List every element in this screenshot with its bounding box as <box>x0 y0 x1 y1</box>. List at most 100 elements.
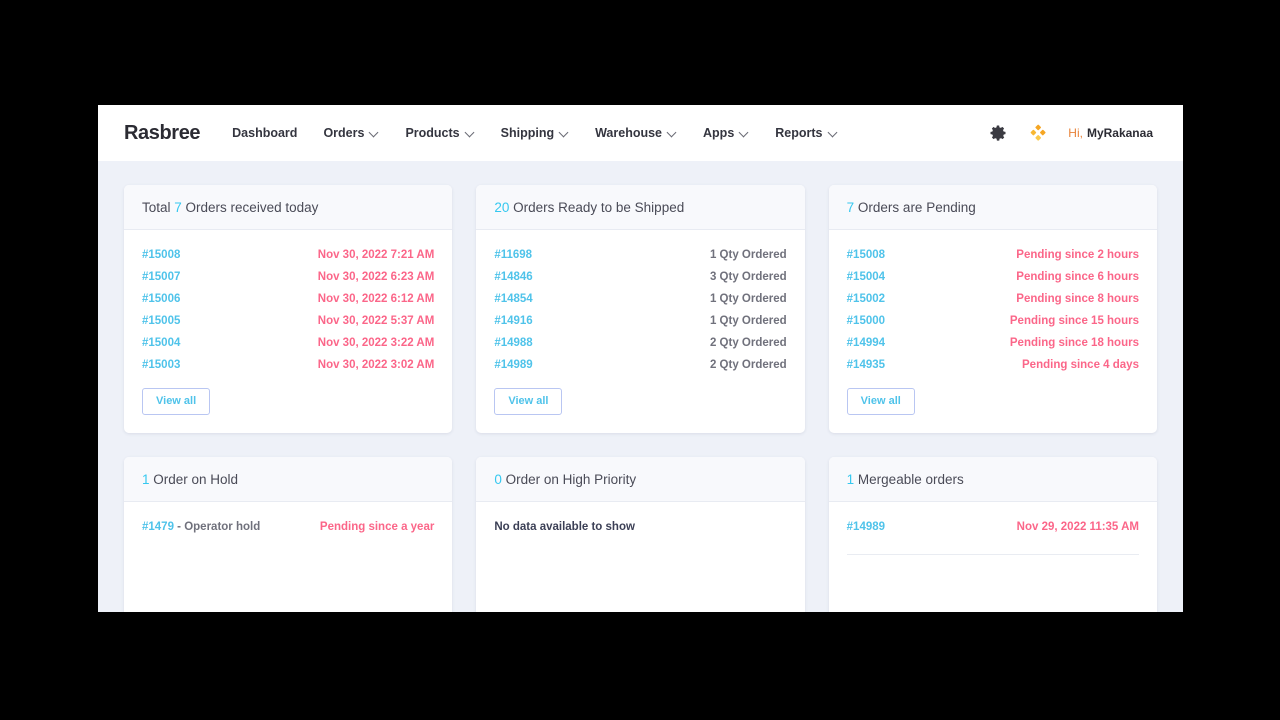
chevron-down-icon <box>829 128 838 137</box>
gear-icon[interactable] <box>988 123 1008 143</box>
list-item[interactable]: #15005 Nov 30, 2022 5:37 AM <box>142 310 434 332</box>
view-all-button[interactable]: View all <box>142 388 211 416</box>
list-item[interactable]: #14935 Pending since 4 days <box>847 354 1139 376</box>
brand-logo[interactable]: Rasbree <box>124 122 201 145</box>
order-id-link[interactable]: #15002 <box>847 293 885 305</box>
order-id-link[interactable]: #15006 <box>142 293 180 305</box>
chevron-down-icon <box>466 128 475 137</box>
order-id-link[interactable]: #14854 <box>494 293 532 305</box>
list-item[interactable]: #15002 Pending since 8 hours <box>847 288 1139 310</box>
order-id-link[interactable]: #14994 <box>847 337 885 349</box>
list-item[interactable]: #14989 2 Qty Ordered <box>494 354 786 376</box>
dashboard-row-top: Total 7 Orders received today #15008 Nov… <box>124 185 1157 434</box>
card-count: 0 <box>494 472 502 488</box>
order-quantity: 2 Qty Ordered <box>709 359 787 371</box>
order-id-link[interactable]: #15004 <box>847 271 885 283</box>
nav-item-label: Shipping <box>500 126 555 140</box>
list-item[interactable]: #15000 Pending since 15 hours <box>847 310 1139 332</box>
row-divider <box>846 554 1139 556</box>
card-high-priority: 0 Order on High Priority No data availab… <box>476 457 805 612</box>
nav-item-reports[interactable]: Reports <box>775 126 837 140</box>
card-title-suffix: Orders are Pending <box>854 200 976 215</box>
app-viewport: Rasbree Dashboard Orders Products Shippi… <box>98 105 1183 612</box>
card-body: #1479 - Operator hold Pending since a ye… <box>124 502 452 612</box>
diamond-cluster-icon[interactable] <box>1030 124 1046 142</box>
order-quantity: 1 Qty Ordered <box>709 315 787 327</box>
nav-item-dashboard[interactable]: Dashboard <box>232 126 297 140</box>
card-body: #15008 Nov 30, 2022 7:21 AM #15007 Nov 3… <box>124 230 452 433</box>
nav-item-orders[interactable]: Orders <box>323 126 379 140</box>
order-id-link[interactable]: #15004 <box>142 337 180 349</box>
list-item[interactable]: #14994 Pending since 18 hours <box>847 332 1139 354</box>
list-item[interactable]: #14916 1 Qty Ordered <box>494 310 786 332</box>
card-header: 1 Order on Hold <box>124 457 453 503</box>
pending-status: Pending since 2 hours <box>1016 249 1139 261</box>
nav-item-label: Orders <box>323 126 365 140</box>
list-item[interactable]: #14988 2 Qty Ordered <box>494 332 786 354</box>
user-greeting[interactable]: Hi, MyRakanaa <box>1068 126 1153 140</box>
list-item[interactable]: #15003 Nov 30, 2022 3:02 AM <box>142 354 434 376</box>
list-item[interactable]: #15008 Nov 30, 2022 7:21 AM <box>142 244 434 266</box>
dashboard-row-bottom: 1 Order on Hold #1479 - Operator hold Pe… <box>124 457 1157 612</box>
list-item[interactable]: #15007 Nov 30, 2022 6:23 AM <box>142 266 434 288</box>
card-title-suffix: Order on High Priority <box>501 472 637 488</box>
list-item[interactable]: #14989 Nov 29, 2022 11:35 AM <box>847 516 1139 538</box>
list-item[interactable]: #11698 1 Qty Ordered <box>494 244 786 266</box>
order-id-link[interactable]: #15008 <box>142 249 180 261</box>
order-id-link[interactable]: #14916 <box>494 315 532 327</box>
card-count: 7 <box>174 200 182 215</box>
card-mergeable-orders: 1 Mergeable orders #14989 Nov 29, 2022 1… <box>828 457 1157 612</box>
greeting-prefix: Hi, <box>1068 126 1083 140</box>
chevron-down-icon <box>668 128 677 137</box>
order-id-link[interactable]: #15005 <box>142 315 180 327</box>
list-item[interactable]: #15004 Nov 30, 2022 3:22 AM <box>142 332 434 354</box>
nav-item-label: Warehouse <box>595 126 663 140</box>
order-quantity: 2 Qty Ordered <box>709 337 787 349</box>
nav-item-label: Dashboard <box>232 126 298 140</box>
order-id-link[interactable]: #15007 <box>142 271 180 283</box>
chevron-down-icon <box>560 128 569 137</box>
list-item[interactable]: #1479 - Operator hold Pending since a ye… <box>142 516 434 538</box>
order-id-link[interactable]: #14989 <box>494 359 532 371</box>
order-id-link[interactable]: #15003 <box>142 359 180 371</box>
list-item[interactable]: #14846 3 Qty Ordered <box>494 266 786 288</box>
list-item[interactable]: #15004 Pending since 6 hours <box>847 266 1139 288</box>
card-body: No data available to show <box>476 502 804 612</box>
order-id-link[interactable]: #14846 <box>494 271 532 283</box>
order-id-link[interactable]: #11698 <box>494 249 532 261</box>
card-ready-to-ship: 20 Orders Ready to be Shipped #11698 1 Q… <box>476 185 805 434</box>
order-timestamp: Nov 30, 2022 6:12 AM <box>317 293 435 305</box>
order-id-link[interactable]: #1479 - Operator hold <box>142 521 260 533</box>
card-orders-received: Total 7 Orders received today #15008 Nov… <box>124 185 453 434</box>
username-label: MyRakanaa <box>1086 126 1153 140</box>
nav-item-label: Reports <box>775 126 823 140</box>
order-timestamp: Nov 30, 2022 7:21 AM <box>317 249 435 261</box>
order-id-link[interactable]: #14988 <box>494 337 532 349</box>
card-header: 1 Mergeable orders <box>828 457 1157 503</box>
card-title-prefix: Total <box>142 200 175 215</box>
nav-item-warehouse[interactable]: Warehouse <box>595 126 677 140</box>
pending-status: Pending since 4 days <box>1022 359 1139 371</box>
view-all-button[interactable]: View all <box>494 388 563 416</box>
order-quantity: 3 Qty Ordered <box>709 271 787 283</box>
card-title-suffix: Mergeable orders <box>854 472 964 488</box>
nav-item-shipping[interactable]: Shipping <box>501 126 569 140</box>
card-title-suffix: Orders Ready to be Shipped <box>509 200 685 215</box>
order-id-link[interactable]: #15000 <box>847 315 885 327</box>
card-count: 20 <box>494 200 510 215</box>
order-id-text: #1479 <box>142 521 174 534</box>
nav-item-apps[interactable]: Apps <box>703 126 749 140</box>
list-item[interactable]: #15008 Pending since 2 hours <box>847 244 1139 266</box>
pending-status: Pending since 15 hours <box>1009 315 1139 327</box>
list-item[interactable]: #15006 Nov 30, 2022 6:12 AM <box>142 288 434 310</box>
order-id-link[interactable]: #15008 <box>847 249 885 261</box>
card-title-suffix: Orders received today <box>181 200 319 215</box>
order-id-link[interactable]: #14989 <box>847 521 885 533</box>
card-header: 7 Orders are Pending <box>828 185 1157 230</box>
order-id-link[interactable]: #14935 <box>847 359 885 371</box>
card-body: #15008 Pending since 2 hours #15004 Pend… <box>829 230 1157 433</box>
list-item[interactable]: #14854 1 Qty Ordered <box>494 288 786 310</box>
nav-item-products[interactable]: Products <box>405 126 474 140</box>
view-all-button[interactable]: View all <box>846 388 915 416</box>
card-body: #14989 Nov 29, 2022 11:35 AM <box>829 502 1157 612</box>
